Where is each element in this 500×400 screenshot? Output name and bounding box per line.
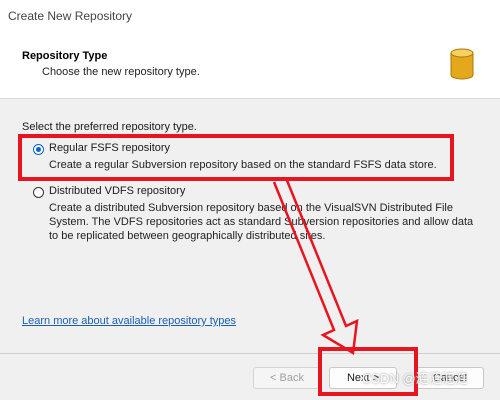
radio-distributed-vdfs[interactable] <box>33 187 44 198</box>
back-button[interactable]: < Back <box>253 367 321 389</box>
header-title: Repository Type <box>22 50 108 62</box>
footer-divider <box>0 353 500 354</box>
database-icon <box>450 48 474 80</box>
selection-prompt: Select the preferred repository type. <box>22 121 197 133</box>
option-description-line-2: System. The VDFS repositories act as sta… <box>49 216 474 228</box>
header-subtitle: Choose the new repository type. <box>42 66 200 78</box>
window-title: Create New Repository <box>8 9 133 23</box>
option-description-line-3: to be replicated between geographically … <box>49 230 326 242</box>
option-label-distributed-vdfs[interactable]: Distributed VDFS repository <box>49 185 185 197</box>
watermark: CSDN @涟涟涟涟 <box>362 371 468 386</box>
option-description-line-1: Create a distributed Subversion reposito… <box>49 202 453 214</box>
option-description-regular-fsfs: Create a regular Subversion repository b… <box>49 159 437 171</box>
title-bar: Create New Repository <box>0 0 500 30</box>
radio-regular-fsfs[interactable] <box>33 144 44 155</box>
wizard-header: Repository Type Choose the new repositor… <box>0 30 500 99</box>
option-label-regular-fsfs[interactable]: Regular FSFS repository <box>49 142 170 154</box>
learn-more-link[interactable]: Learn more about available repository ty… <box>22 315 236 327</box>
